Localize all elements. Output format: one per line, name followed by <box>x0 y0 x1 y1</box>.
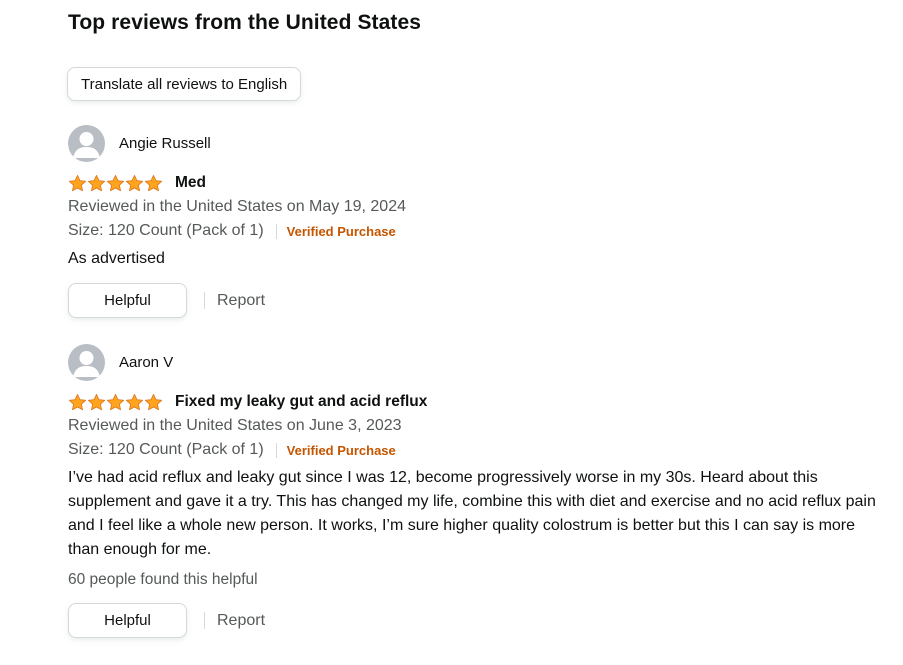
report-link[interactable]: Report <box>217 292 265 310</box>
review-date: Reviewed in the United States on June 3,… <box>68 417 402 434</box>
review-title[interactable]: Fixed my leaky gut and acid reflux <box>175 393 427 411</box>
star-icon <box>68 174 87 191</box>
report-link[interactable]: Report <box>217 612 265 630</box>
star-icon <box>87 393 106 410</box>
avatar-icon <box>68 124 105 162</box>
avatar-icon <box>68 343 105 381</box>
star-icon <box>144 393 163 410</box>
review-profile[interactable]: Aaron V <box>68 343 888 381</box>
rating-row: Med <box>68 172 888 194</box>
star-icon <box>68 393 87 410</box>
review-size-variant[interactable]: Size: 120 Count (Pack of 1) <box>68 222 264 240</box>
review-author[interactable]: Angie Russell <box>119 135 211 152</box>
review-author[interactable]: Aaron V <box>119 354 173 371</box>
review-card: Angie Russell Med Reviewed in the United… <box>68 124 888 318</box>
helpful-count: 60 people found this helpful <box>68 571 258 588</box>
review-body: I’ve had acid reflux and leaky gut since… <box>68 469 876 558</box>
star-rating-icon[interactable] <box>68 392 164 412</box>
reviews-page: Top reviews from the United States Trans… <box>0 0 903 665</box>
star-icon <box>125 393 144 410</box>
review-card: Aaron V Fixed my leaky gut and acid refl… <box>68 343 888 638</box>
meta-divider <box>275 442 277 458</box>
star-icon <box>106 393 125 410</box>
review-body: As advertised <box>68 250 165 267</box>
meta-divider <box>275 223 277 239</box>
review-profile[interactable]: Angie Russell <box>68 124 888 162</box>
review-meta: Size: 120 Count (Pack of 1) Verified Pur… <box>68 220 888 242</box>
star-rating-icon[interactable] <box>68 173 164 193</box>
section-title: Top reviews from the United States <box>68 11 422 34</box>
star-icon <box>125 174 144 191</box>
helpful-button[interactable]: Helpful <box>68 283 187 318</box>
translate-reviews-button[interactable]: Translate all reviews to English <box>67 67 302 101</box>
action-divider <box>204 292 205 309</box>
review-actions: Helpful Report <box>68 283 888 318</box>
star-icon <box>106 174 125 191</box>
verified-purchase-badge: Verified Purchase <box>286 442 396 458</box>
star-icon <box>144 174 163 191</box>
review-actions: Helpful Report <box>68 603 888 638</box>
rating-row: Fixed my leaky gut and acid reflux <box>68 391 888 413</box>
review-title[interactable]: Med <box>175 174 206 192</box>
review-size-variant[interactable]: Size: 120 Count (Pack of 1) <box>68 441 264 459</box>
helpful-button[interactable]: Helpful <box>68 603 187 638</box>
review-meta: Size: 120 Count (Pack of 1) Verified Pur… <box>68 439 888 461</box>
review-date: Reviewed in the United States on May 19,… <box>68 198 406 215</box>
star-icon <box>87 174 106 191</box>
action-divider <box>204 612 205 629</box>
verified-purchase-badge: Verified Purchase <box>286 223 396 239</box>
